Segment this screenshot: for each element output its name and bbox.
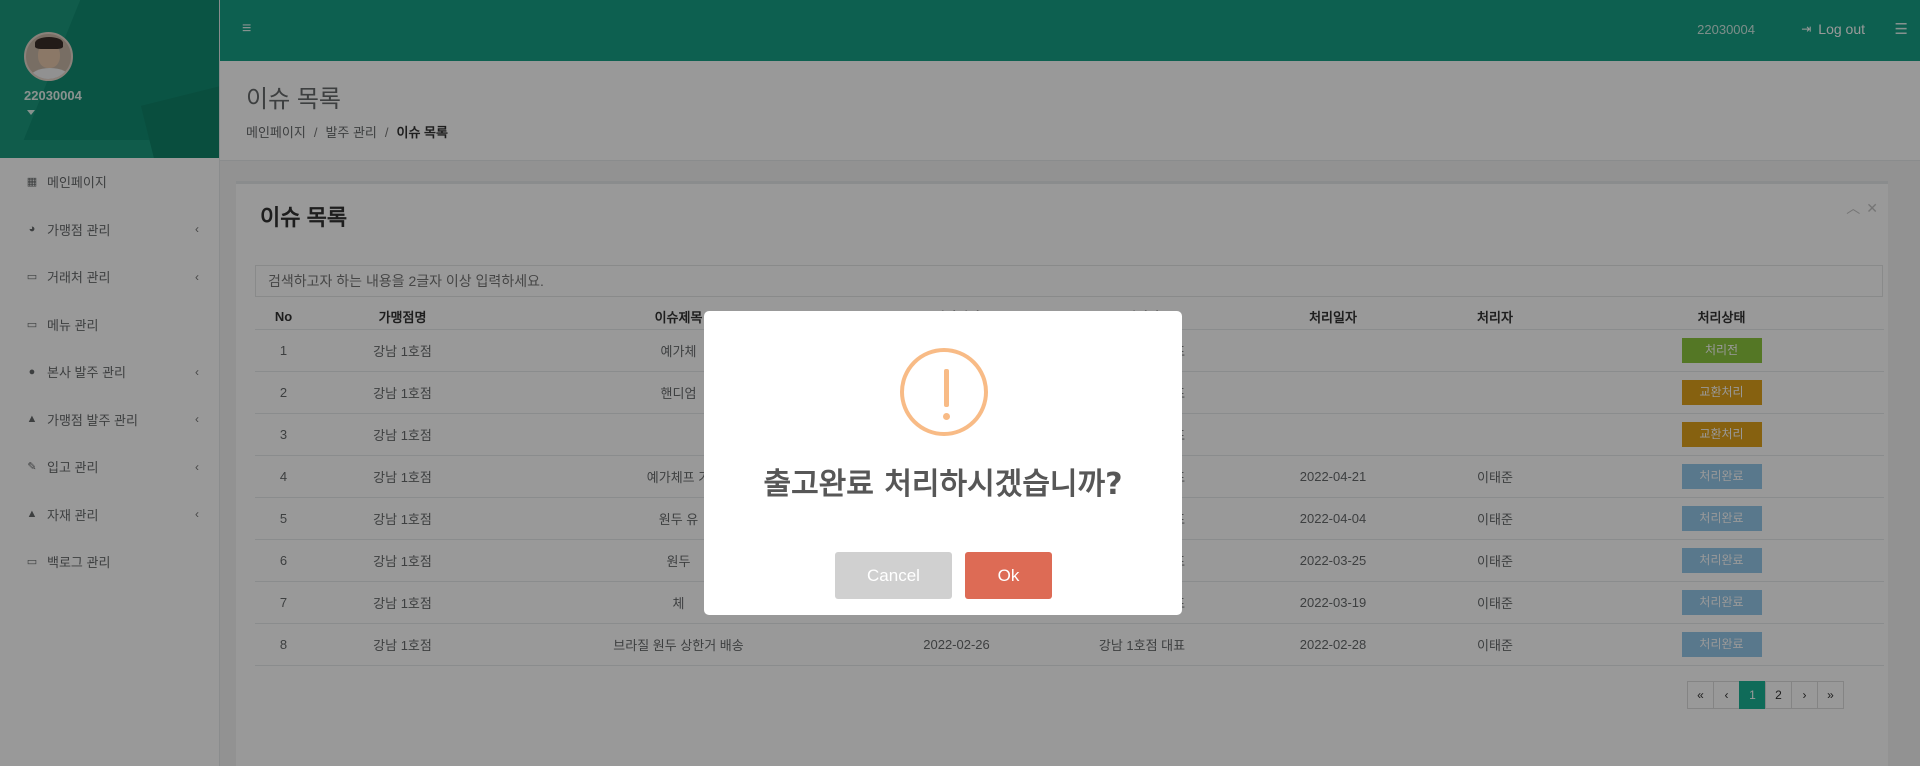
dialog-message: 출고완료 처리하시겠습니까? (763, 467, 1123, 502)
ok-button[interactable]: Ok (965, 552, 1052, 599)
confirm-dialog: 출고완료 처리하시겠습니까? Cancel Ok (704, 311, 1182, 615)
cancel-button[interactable]: Cancel (835, 552, 952, 599)
warning-icon (900, 348, 988, 436)
